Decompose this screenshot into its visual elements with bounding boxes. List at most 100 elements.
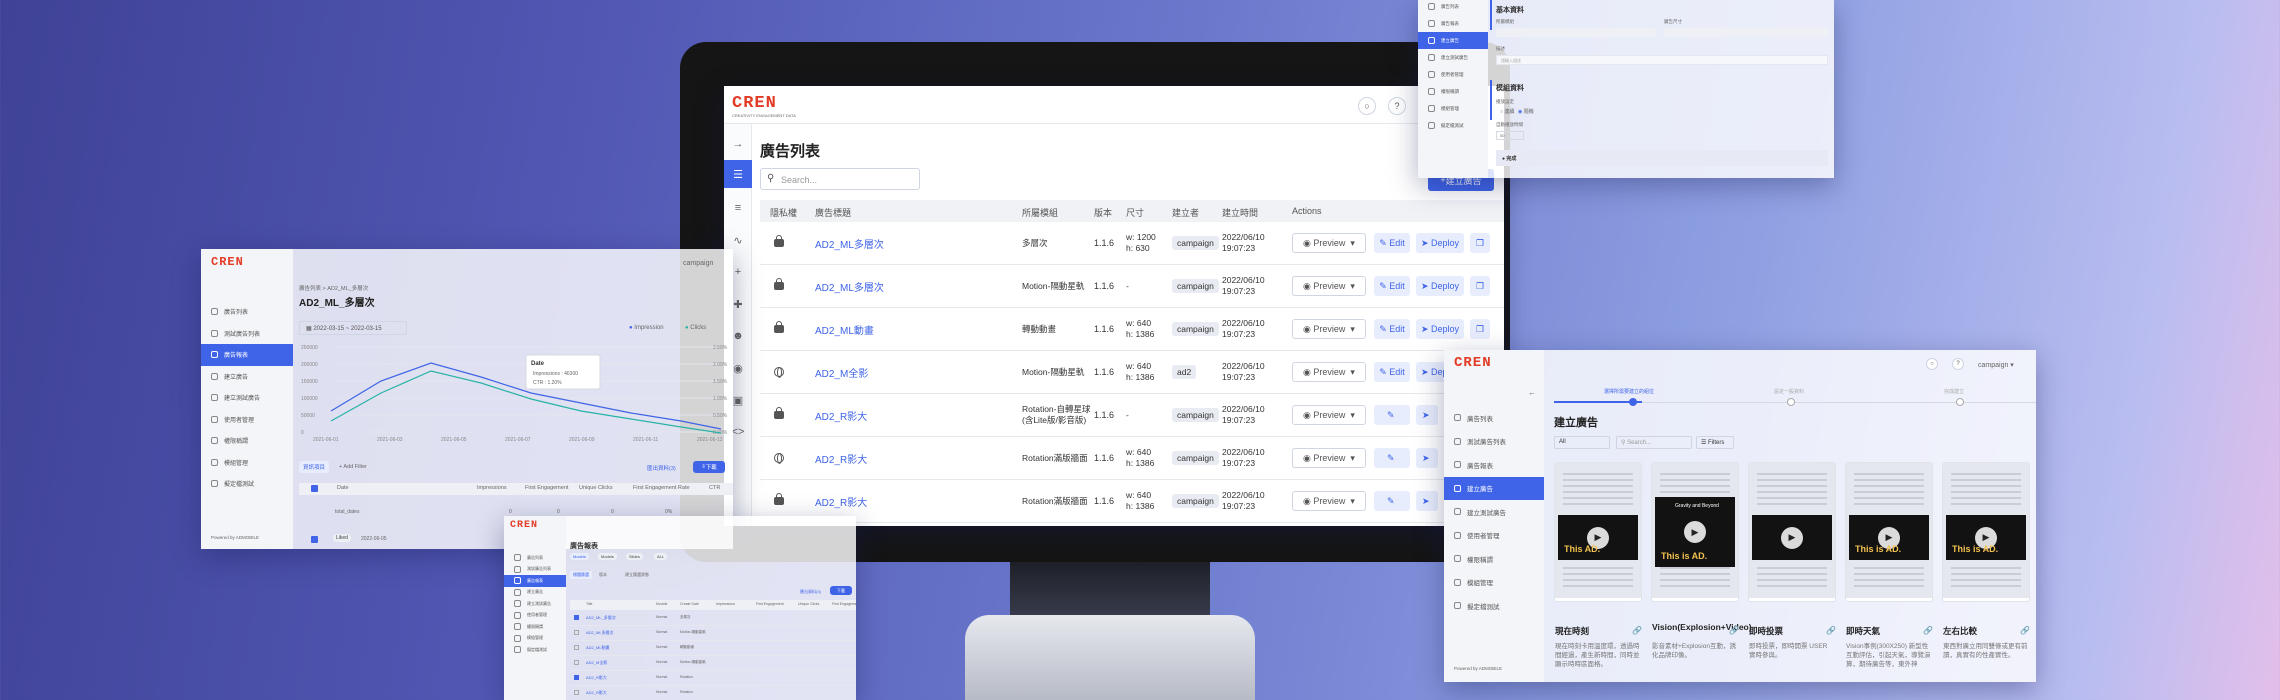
- col-size[interactable]: 尺寸: [1126, 206, 1144, 219]
- form-size-input[interactable]: [1664, 28, 1828, 37]
- collapse-arrow-icon[interactable]: ←: [1528, 388, 1536, 397]
- listing-row-checkbox[interactable]: [574, 690, 579, 695]
- nav-item[interactable]: 擬定檔測試: [1444, 594, 1544, 618]
- nav-item[interactable]: 模組管理: [1444, 571, 1544, 595]
- preview-dropdown[interactable]: ◉ Preview ▾: [1292, 319, 1366, 339]
- form-desc-input[interactable]: 請輸入描述: [1496, 55, 1828, 65]
- listing-row-checkbox[interactable]: [574, 660, 579, 665]
- nav-item[interactable]: 權限稱謂: [201, 430, 293, 452]
- nav-item[interactable]: 廣告報表: [1418, 15, 1488, 32]
- nav-item[interactable]: 建立廣告: [1444, 476, 1544, 500]
- nav-item[interactable]: 測試廣告列表: [504, 564, 566, 576]
- deploy-button[interactable]: ➤ Deploy: [1416, 233, 1464, 253]
- copy-button[interactable]: ❐: [1470, 319, 1490, 339]
- notification-bell-icon[interactable]: ○: [1358, 97, 1376, 115]
- ad-title-link[interactable]: AD2_R影大: [815, 408, 867, 423]
- nav-item[interactable]: 權限稱謂: [504, 621, 566, 633]
- link-icon[interactable]: 🔗: [2020, 626, 2030, 635]
- play-icon[interactable]: ▶: [1781, 526, 1803, 549]
- module-card[interactable]: ▶: [1748, 462, 1836, 602]
- preview-dropdown[interactable]: ◉ Preview ▾: [1292, 276, 1366, 296]
- listing-row-title[interactable]: AD2_ML動畫: [586, 645, 610, 651]
- copy-button[interactable]: ❐: [1470, 233, 1490, 253]
- edit-button[interactable]: ✎ Edit: [1374, 233, 1410, 253]
- preview-dropdown[interactable]: ◉ Preview ▾: [1292, 362, 1366, 382]
- nav-item[interactable]: 模組管理: [1418, 100, 1488, 117]
- module-card[interactable]: ▶ This AD.: [1554, 462, 1642, 602]
- nav-item[interactable]: 廣告列表: [1418, 0, 1488, 15]
- nav-item[interactable]: 測試廣告列表: [1444, 430, 1544, 454]
- nav-item[interactable]: 廣告報表: [201, 344, 293, 366]
- listing-tab[interactable]: 標題篩選: [570, 571, 592, 579]
- ad-title-cell[interactable]: AD2_R影大: [815, 437, 867, 479]
- header-checkbox[interactable]: [311, 485, 318, 492]
- play-icon[interactable]: ▶: [1684, 521, 1706, 543]
- nav-item[interactable]: 廣告列表: [201, 301, 293, 323]
- deploy-button[interactable]: ➤: [1416, 491, 1438, 511]
- col-module[interactable]: 所屬模組: [1022, 206, 1058, 219]
- ad-title-link[interactable]: AD2_R影大: [815, 494, 867, 509]
- ad-title-link[interactable]: AD2_ML多層次: [815, 236, 884, 251]
- nav-item[interactable]: 廣告列表: [1444, 406, 1544, 430]
- nav-item[interactable]: 擬定檔測試: [201, 473, 293, 495]
- deploy-button[interactable]: ➤: [1416, 405, 1438, 425]
- listing-row-title[interactable]: AD2_R影大: [586, 675, 607, 681]
- edit-button[interactable]: ✎: [1374, 491, 1410, 511]
- ad-title-link[interactable]: AD2_ML多層次: [815, 279, 884, 294]
- ad-title-cell[interactable]: AD2_ML動畫: [815, 308, 874, 350]
- module-card[interactable]: ▶ This is AD. Gravity and Beyond: [1651, 462, 1739, 602]
- nav-item[interactable]: 建立測試廣告: [504, 598, 566, 610]
- listing-row-title[interactable]: AD2_R影大: [586, 690, 607, 696]
- preview-dropdown[interactable]: ◉ Preview ▾: [1292, 491, 1366, 511]
- listing-row-checkbox[interactable]: [574, 630, 579, 635]
- nav-item[interactable]: 建立測試廣告: [1418, 49, 1488, 66]
- listing-filter-chip[interactable]: ALL: [654, 553, 668, 560]
- nav-item[interactable]: 使用者管理: [1444, 524, 1544, 548]
- listing-tab[interactable]: 建立篩選狀態: [622, 571, 652, 579]
- nav-item[interactable]: 建立廣告: [1418, 32, 1488, 49]
- nav-item[interactable]: 使用者管理: [1418, 66, 1488, 83]
- module-card[interactable]: ▶ This is AD.: [1942, 462, 2030, 602]
- listing-tab[interactable]: 版本: [596, 571, 610, 579]
- nav-item[interactable]: 擬定檔測試: [504, 644, 566, 656]
- preview-dropdown[interactable]: ◉ Preview ▾: [1292, 405, 1366, 425]
- ad-title-cell[interactable]: AD2_ML多層次: [815, 265, 884, 307]
- nav-item[interactable]: 擬定檔測試: [1418, 117, 1488, 134]
- edit-button[interactable]: ✎: [1374, 448, 1410, 468]
- ad-title-link[interactable]: AD2_ML動畫: [815, 322, 874, 337]
- listing-row-checkbox[interactable]: [574, 675, 579, 680]
- listing-filter-chip[interactable]: Models: [570, 553, 589, 560]
- link-icon[interactable]: 🔗: [1923, 626, 1933, 635]
- expand-arrow-icon[interactable]: →: [724, 130, 752, 158]
- listing-row-title[interactable]: AD2_M全影: [586, 660, 607, 666]
- link-icon[interactable]: 🔗: [1632, 626, 1642, 635]
- deploy-button[interactable]: ➤ Deploy: [1416, 319, 1464, 339]
- deploy-button[interactable]: ➤ Deploy: [1416, 276, 1464, 296]
- create-campaign[interactable]: campaign ▾: [1978, 361, 2014, 369]
- row-checkbox[interactable]: [311, 536, 318, 543]
- listing-row-title[interactable]: AD2_ML_多層次: [586, 615, 616, 621]
- nav-item[interactable]: 建立測試廣告: [1444, 500, 1544, 524]
- nav-item[interactable]: 廣告報表: [504, 575, 566, 587]
- listing-row-title[interactable]: AD2_ML多層次: [586, 630, 614, 636]
- radio-continuous[interactable]: ○ 連續: [1500, 108, 1514, 115]
- search-box[interactable]: ⚲ Search...: [760, 168, 920, 190]
- edit-button[interactable]: ✎ Edit: [1374, 319, 1410, 339]
- nav-item[interactable]: 廣告報表: [1444, 453, 1544, 477]
- preview-dropdown[interactable]: ◉ Preview ▾: [1292, 233, 1366, 253]
- listing-row-checkbox[interactable]: [574, 645, 579, 650]
- col-creator[interactable]: 建立者: [1172, 206, 1199, 219]
- module-card[interactable]: ▶ This is AD.: [1845, 462, 1933, 602]
- nav-item[interactable]: 權限稱謂: [1444, 547, 1544, 571]
- ad-title-link[interactable]: AD2_M全影: [815, 365, 868, 380]
- ad-title-cell[interactable]: AD2_R影大: [815, 394, 867, 436]
- nav-item[interactable]: 使用者管理: [504, 610, 566, 622]
- edit-button[interactable]: ✎ Edit: [1374, 362, 1410, 382]
- download-button[interactable]: ⇩ 下載: [693, 461, 725, 473]
- info-items-button[interactable]: 資訊項目: [299, 461, 329, 473]
- nav-item[interactable]: 使用者管理: [201, 409, 293, 431]
- listing-filter-chip[interactable]: Models: [598, 553, 617, 560]
- nav-item[interactable]: 建立廣告: [201, 366, 293, 388]
- edit-button[interactable]: ✎: [1374, 405, 1410, 425]
- ad-title-link[interactable]: AD2_R影大: [815, 451, 867, 466]
